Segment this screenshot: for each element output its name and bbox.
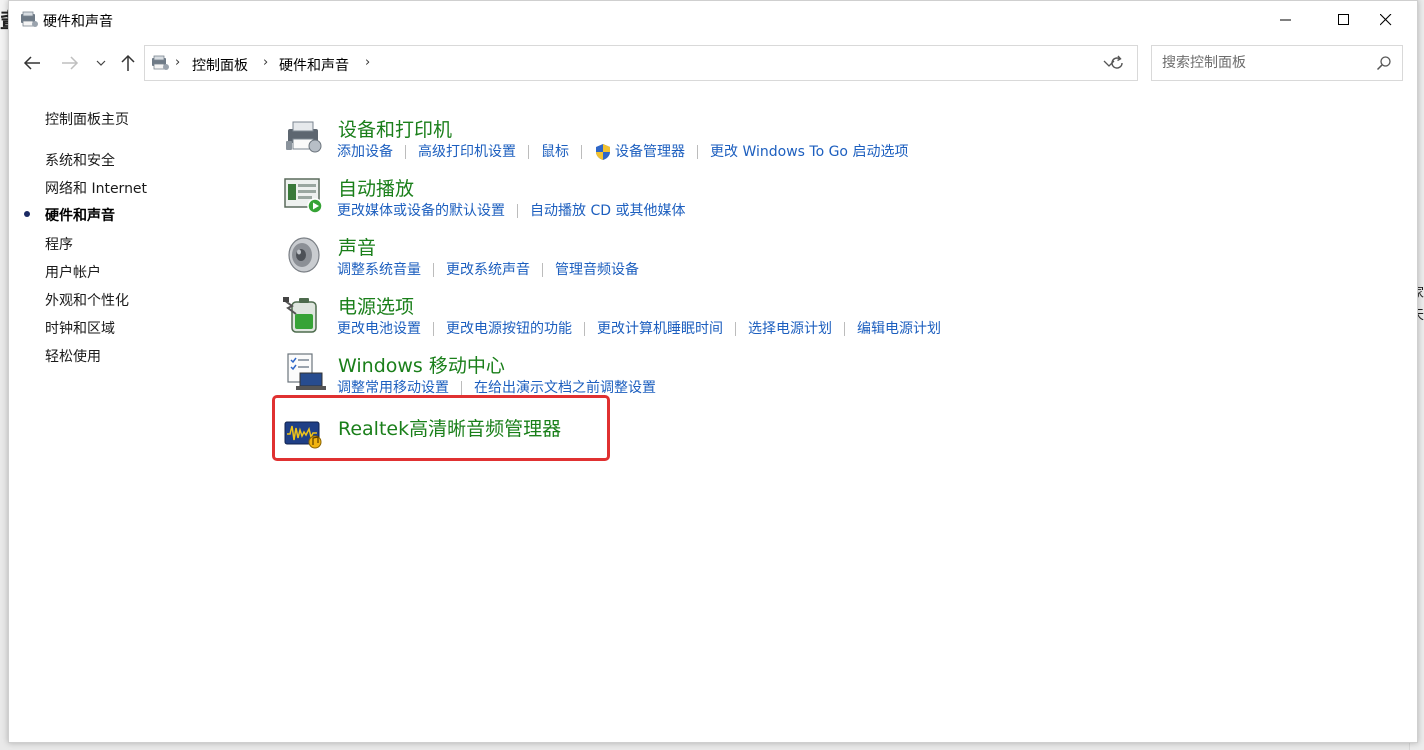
link-power-button[interactable]: 更改电源按钮的功能: [446, 318, 572, 338]
sidebar-item-clock-region[interactable]: 时钟和区域: [45, 318, 115, 338]
link-separator: [697, 145, 698, 159]
mobility-center-icon[interactable]: [282, 351, 326, 395]
link-adjust-mobility-settings[interactable]: 调整常用移动设置: [337, 377, 449, 397]
maximize-icon: [1338, 14, 1349, 25]
link-separator: [844, 322, 845, 336]
link-row: 添加设备 高级打印机设置 鼠标 设备管理器 更改 Windows To Go 启动选项: [337, 141, 908, 161]
active-bullet-icon: [24, 211, 30, 217]
link-separator: [735, 322, 736, 336]
back-arrow-icon: [23, 56, 40, 70]
chevron-down-icon: [96, 60, 106, 66]
sidebar-item-home[interactable]: 控制面板主页: [45, 109, 129, 129]
minimize-button[interactable]: [1257, 1, 1315, 39]
link-manage-audio-devices[interactable]: 管理音频设备: [555, 259, 639, 279]
autoplay-icon[interactable]: [282, 174, 326, 218]
close-icon: [1380, 14, 1392, 26]
category-title-autoplay[interactable]: 自动播放: [338, 174, 414, 201]
link-row: 调整系统音量 更改系统声音 管理音频设备: [337, 259, 639, 279]
link-adjust-volume[interactable]: 调整系统音量: [337, 259, 421, 279]
link-separator: [433, 263, 434, 277]
refresh-icon: [1110, 55, 1123, 69]
link-add-device[interactable]: 添加设备: [337, 141, 393, 161]
sidebar-item-network-internet[interactable]: 网络和 Internet: [45, 178, 147, 198]
uac-shield-icon: [596, 144, 610, 160]
sidebar-item-user-accounts[interactable]: 用户帐户: [45, 262, 101, 282]
control-panel-icon: [149, 54, 171, 72]
link-battery-settings[interactable]: 更改电池设置: [337, 318, 421, 338]
sidebar-item-system-security[interactable]: 系统和安全: [45, 150, 115, 170]
sidebar-item-hardware-sound[interactable]: 硬件和声音: [45, 205, 115, 225]
sidebar-item-programs[interactable]: 程序: [45, 234, 73, 254]
printer-icon[interactable]: [282, 115, 326, 159]
recent-locations-button[interactable]: [89, 51, 113, 75]
link-mouse[interactable]: 鼠标: [541, 141, 569, 161]
search-input[interactable]: [1160, 54, 1364, 72]
control-panel-hardware-icon: [19, 11, 39, 29]
link-row: 更改媒体或设备的默认设置 自动播放 CD 或其他媒体: [337, 200, 685, 220]
address-bar[interactable]: › 控制面板 › 硬件和声音 ›: [144, 45, 1138, 81]
link-edit-power-plan[interactable]: 编辑电源计划: [857, 318, 941, 338]
category-title-devices-printers[interactable]: 设备和打印机: [338, 115, 452, 142]
minimize-icon: [1280, 19, 1291, 21]
link-row: 更改电池设置 更改电源按钮的功能 更改计算机睡眠时间 选择电源计划 编辑电源计划: [337, 318, 941, 338]
window-title: 硬件和声音: [43, 14, 113, 30]
category-title-sound[interactable]: 声音: [338, 233, 376, 260]
refresh-button[interactable]: [1096, 45, 1138, 81]
link-windows-to-go[interactable]: 更改 Windows To Go 启动选项: [710, 141, 908, 161]
highlight-box: [272, 395, 610, 461]
link-separator: [517, 204, 518, 218]
link-autoplay-cd[interactable]: 自动播放 CD 或其他媒体: [530, 200, 685, 220]
battery-icon[interactable]: [282, 292, 326, 336]
link-change-media-defaults[interactable]: 更改媒体或设备的默认设置: [337, 200, 505, 220]
breadcrumb-separator-icon: ›: [175, 55, 181, 70]
search-box[interactable]: [1151, 45, 1403, 81]
search-icon[interactable]: [1376, 55, 1392, 75]
category-title-mobility-center[interactable]: Windows 移动中心: [338, 351, 505, 378]
sidebar-item-ease-of-access[interactable]: 轻松使用: [45, 346, 101, 366]
breadcrumb-separator-icon[interactable]: ›: [365, 55, 370, 70]
link-separator: [528, 145, 529, 159]
breadcrumb-hardware-sound[interactable]: 硬件和声音: [279, 55, 349, 75]
link-change-system-sounds[interactable]: 更改系统声音: [446, 259, 530, 279]
navigation-bar: › 控制面板 › 硬件和声音 ›: [9, 43, 1417, 83]
close-button[interactable]: [1357, 1, 1415, 39]
link-separator: [433, 322, 434, 336]
link-choose-power-plan[interactable]: 选择电源计划: [748, 318, 832, 338]
up-arrow-icon: [121, 54, 135, 71]
back-button[interactable]: [19, 51, 45, 75]
link-separator: [542, 263, 543, 277]
link-separator: [461, 381, 462, 395]
link-separator: [581, 145, 582, 159]
link-presentation-settings[interactable]: 在给出演示文档之前调整设置: [474, 377, 656, 397]
link-row: 调整常用移动设置 在给出演示文档之前调整设置: [337, 377, 656, 397]
up-button[interactable]: [115, 51, 141, 75]
breadcrumb-separator-icon[interactable]: ›: [263, 55, 268, 70]
link-sleep-time[interactable]: 更改计算机睡眠时间: [597, 318, 723, 338]
forward-arrow-icon: [62, 56, 79, 70]
title-bar[interactable]: 硬件和声音: [9, 1, 1417, 39]
forward-button[interactable]: [57, 51, 83, 75]
link-advanced-printer-settings[interactable]: 高级打印机设置: [418, 141, 516, 161]
link-device-manager[interactable]: 设备管理器: [615, 141, 685, 161]
category-title-power-options[interactable]: 电源选项: [338, 292, 414, 319]
sidebar-item-appearance[interactable]: 外观和个性化: [45, 290, 129, 310]
control-panel-window: 硬件和声音 › 控制面板 › 硬件和声音 › 搜索控制面板 控制面板主页 系统和…: [8, 0, 1418, 743]
link-separator: [405, 145, 406, 159]
breadcrumb-control-panel[interactable]: 控制面板: [192, 55, 248, 75]
speaker-icon[interactable]: [282, 233, 326, 277]
link-separator: [584, 322, 585, 336]
